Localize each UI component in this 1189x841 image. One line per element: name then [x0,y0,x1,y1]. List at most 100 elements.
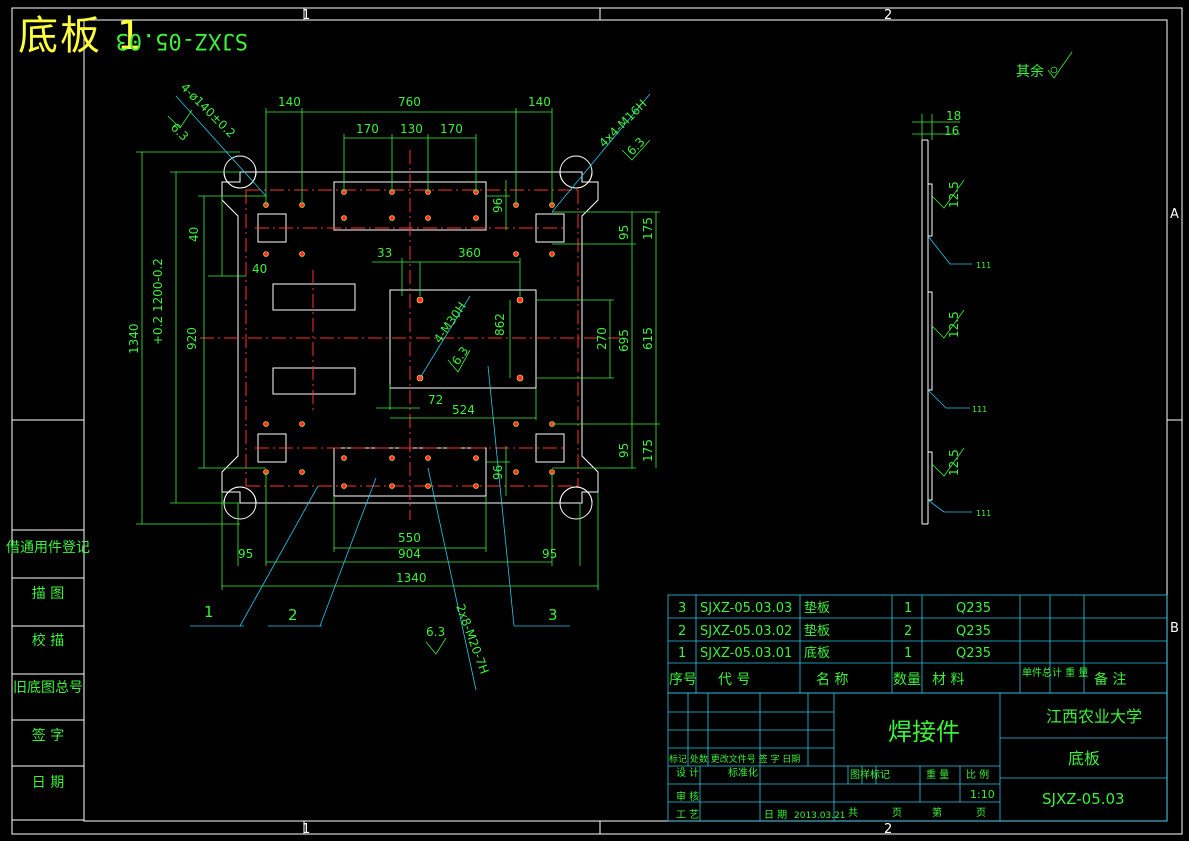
front-view: 140 760 140 170 130 170 33 360 72 524 40… [127,80,660,691]
side-view: 18 16 12.5 12.5 12.5 111 111 111 其余 [912,51,1073,525]
bom-name: 垫板 [804,623,830,639]
dim-760: 760 [398,95,421,109]
rough-d: 6.3 [426,625,445,639]
bom-header-weight: 单件总计 重 量 [1022,666,1088,679]
dim-615: 615 [641,327,655,350]
zone-bottom-2: 2 [884,822,892,837]
bom-header-name: 名 称 [816,672,848,688]
label-process: 工 艺 [676,809,699,821]
side-weld-sym-1: 111 [976,261,991,270]
dim-96-b: 96 [491,465,505,480]
label-date: 日 期 [764,809,787,821]
balloon-2: 2 [288,606,298,624]
dim-550: 550 [398,531,421,545]
dim-95-bl: 95 [238,547,253,561]
part-name: 底板 [1068,749,1100,768]
label-ratio: 比 例 [966,768,989,781]
zone-top-2: 2 [884,8,892,23]
dim-862: 862 [493,313,507,336]
dim-96-a: 96 [491,198,505,213]
bom-code: SJXZ-05.03.02 [700,624,792,639]
side-weld-sym-2: 111 [972,405,987,414]
zone-bottom-1: 1 [302,822,310,837]
dim-140-right: 140 [528,95,551,109]
dim-170-b: 170 [440,122,463,136]
bom-code: SJXZ-05.03.03 [700,601,792,616]
label-sheet: 第 [932,806,942,819]
side-dim-18: 18 [946,109,961,123]
bom-header-remark: 备 注 [1094,671,1126,688]
bom-material: Q235 [956,646,991,661]
bom-no: 3 [678,601,686,616]
cad-drawing: 1 2 A B 1 2 借通用件登记 描 图 校 描 旧底图总号 签 字 日 期 [6,7,1183,837]
bom-name: 底板 [804,645,830,661]
side-weld-3: 12.5 [947,449,961,476]
part-type: 焊接件 [888,718,960,746]
bom-code: SJXZ-05.03.01 [700,646,792,661]
side-dim-16: 16 [944,124,959,138]
bom-name: 垫板 [804,600,830,616]
dim-40-b: 40 [252,262,267,276]
bom-no: 2 [678,624,686,639]
strip-item: 借通用件登记 [6,540,90,556]
label-check: 审 核 [676,790,699,803]
strip-item: 旧底图总号 [13,680,83,696]
zone-right-a: A [1170,207,1179,222]
drawing-code-box: SJXZ-05.03 [115,28,248,53]
dim-95-br: 95 [542,547,557,561]
label-page: 页 [892,807,902,819]
side-weld-2: 12.5 [947,311,961,338]
dim-40-a: 40 [187,227,201,242]
title-block: 焊接件 江西农业大学 底板 SJXZ-05.03 1:10 标记 处数 更改文件… [667,692,1168,822]
slot-lower [272,367,356,395]
dim-175-ra: 175 [641,217,655,240]
dim-270: 270 [595,327,609,350]
bom-header-material: 材 料 [932,672,964,688]
label-design: 设 计 [676,766,699,779]
dim-1200-tol: +0.2 1200-0.2 [151,258,165,345]
bom-header-code: 代 号 [718,672,750,688]
dim-360: 360 [458,246,481,260]
dim-904: 904 [398,547,421,561]
dim-695: 695 [617,329,631,352]
slot-upper [272,283,356,311]
revision-labels: 标记 处数 更改文件号 签 字 日期 [669,753,800,765]
dim-72: 72 [428,393,443,407]
date-value: 2013.03.21 [794,811,846,821]
bom-material: Q235 [956,601,991,616]
drawing-number: SJXZ-05.03 [1042,790,1125,808]
dim-33: 33 [377,246,392,260]
dim-1340-bottom: 1340 [396,571,427,585]
dim-524: 524 [452,403,475,417]
zone-right-b: B [1170,621,1179,636]
balloon-1: 1 [204,603,214,621]
bom-qty: 1 [904,646,912,661]
strip-item: 校 描 [32,632,64,649]
label-weight: 重 量 [926,768,949,781]
label-std: 标准化 [728,766,758,779]
hole-markers [263,189,555,489]
left-strip: 借通用件登记 描 图 校 描 旧底图总号 签 字 日 期 [6,529,90,821]
strip-item: 签 字 [32,727,64,744]
bom-header-qty: 数量 [893,672,921,688]
remainder-note: 其余 [1016,63,1044,80]
callout-hole-c: 4-M30H [431,299,469,345]
dim-175-rb: 175 [641,439,655,462]
dim-95-ra: 95 [617,225,631,240]
bom-qty: 1 [904,601,912,616]
dim-95-rb: 95 [617,443,631,458]
label-total: 共 [848,807,858,819]
dim-130: 130 [400,122,423,136]
zone-top-1: 1 [302,8,310,23]
callout-hole-d: 2x8-M20-7H [453,602,491,676]
rough-a: 6.3 [168,120,191,143]
strip-item: 日 期 [32,775,64,791]
dim-140-left: 140 [278,95,301,109]
rough-c: 6.3 [449,344,471,368]
bom-qty: 2 [904,624,912,639]
side-weld-1: 12.5 [947,181,961,208]
school-name: 江西农业大学 [1046,707,1142,726]
balloon-3: 3 [548,606,558,624]
label-page2: 页 [976,807,986,819]
bom-material: Q235 [956,624,991,639]
